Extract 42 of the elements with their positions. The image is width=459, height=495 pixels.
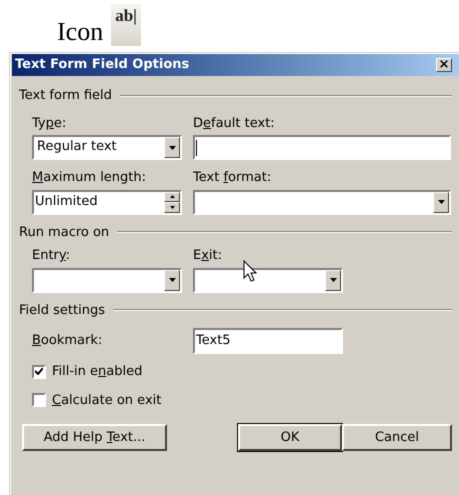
- dropdown-field[interactable]: [193, 190, 451, 214]
- dropdown-button[interactable]: [433, 192, 449, 212]
- text-field-icon: ab|: [111, 4, 141, 46]
- mouse-pointer-icon: [243, 260, 257, 282]
- dropdown-button[interactable]: [164, 137, 180, 158]
- checkbox[interactable]: [32, 393, 46, 408]
- spin-field[interactable]: Unlimited: [32, 190, 182, 214]
- dropdown-field[interactable]: [32, 268, 182, 292]
- window-title: Text Form Field Options: [15, 56, 190, 74]
- text-field[interactable]: [193, 135, 451, 160]
- field-label: Default text:: [193, 114, 276, 132]
- dropdown-button[interactable]: [164, 270, 180, 290]
- close-button[interactable]: ×: [436, 58, 452, 72]
- dropdown-field[interactable]: [193, 268, 343, 292]
- dialog-button[interactable]: OK: [238, 424, 342, 451]
- dialog-button[interactable]: Add Help Text...: [22, 424, 167, 451]
- checkbox[interactable]: [32, 364, 46, 379]
- bookmark-field[interactable]: Text5: [193, 328, 343, 354]
- caret-down-icon: [168, 146, 176, 150]
- checkmark-icon: [35, 368, 43, 376]
- group-title: Field settings: [19, 302, 105, 320]
- dropdown-field[interactable]: Regular text: [32, 135, 182, 160]
- spin-up-button[interactable]: [164, 192, 180, 202]
- heading: Icon: [57, 16, 104, 48]
- field-label: Exit:: [193, 247, 224, 265]
- field-label: Bookmark:: [32, 332, 104, 350]
- dropdown-button[interactable]: [325, 270, 341, 290]
- caret-down-icon: [438, 200, 444, 204]
- dialog-button[interactable]: Cancel: [342, 424, 452, 451]
- caret-down-icon: [168, 278, 176, 282]
- field-label: Type:: [32, 114, 68, 132]
- field-label: Maximum length:: [32, 169, 148, 187]
- spin-down-button[interactable]: [164, 202, 180, 212]
- caret-up-icon: [170, 195, 174, 198]
- checkbox-label: Calculate on exit: [52, 392, 162, 410]
- checkbox-label: Fill-in enabled: [52, 363, 142, 381]
- field-label: Entry:: [32, 247, 72, 265]
- field-label: Text format:: [193, 169, 272, 187]
- caret-down-icon: [170, 206, 174, 209]
- caret-down-icon: [330, 278, 336, 282]
- group-title: Text form field: [19, 87, 112, 105]
- group-title: Run macro on: [19, 224, 110, 242]
